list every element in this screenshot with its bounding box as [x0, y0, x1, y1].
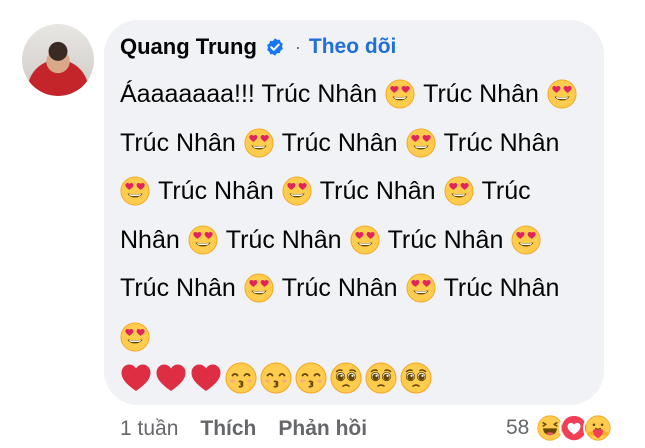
- comment-text-segment: Trúc Nhân: [158, 177, 274, 205]
- heart-eyes-emoji-icon: [385, 79, 415, 109]
- red-heart-emoji-icon: [121, 364, 151, 391]
- comment-line: Trúc Nhân Trúc Nhân Trúc Nhân: [120, 119, 590, 168]
- heart-eyes-emoji-icon: [511, 225, 541, 255]
- comment-text-segment: Trúc Nhân: [443, 274, 560, 302]
- comment-text-segment: Trúc Nhân: [120, 274, 236, 302]
- heart-eyes-emoji-icon: [444, 176, 474, 206]
- comment-text-segment: Nhân: [120, 225, 180, 254]
- pleading-face-emoji-icon: [330, 362, 362, 394]
- reaction-summary[interactable]: 58: [506, 413, 614, 443]
- heart-eyes-emoji-icon: [120, 176, 150, 206]
- red-heart-emoji-icon: [156, 364, 186, 391]
- comment-line: Trúc Nhân Trúc Nhân Trúc Nhân: [120, 264, 590, 313]
- heart-eyes-emoji-icon: [120, 322, 150, 352]
- comment-text-segment: Trúc: [481, 177, 531, 205]
- comment-text: Áaaaaaaa!!! Trúc Nhân Trúc Nhân Trúc Nhân T…: [120, 70, 590, 361]
- follow-button[interactable]: Theo dõi: [309, 35, 397, 59]
- heart-eyes-emoji-icon: [350, 225, 380, 255]
- comment-line: Áaaaaaaa!!! Trúc Nhân Trúc Nhân: [120, 70, 590, 119]
- red-heart-emoji-icon: [191, 364, 221, 391]
- comment-text-segment: Trúc Nhân: [225, 225, 342, 254]
- comment-text-segment: Trúc Nhân: [319, 177, 436, 205]
- comment-text-segment: Trúc Nhân: [387, 225, 504, 254]
- reaction-count: 58: [506, 416, 530, 439]
- heart-eyes-emoji-icon: [188, 225, 218, 255]
- comment-line: Trúc Nhân Trúc Nhân Trúc: [120, 167, 590, 216]
- pleading-face-emoji-icon: [400, 362, 432, 394]
- emoji-row: [120, 362, 435, 394]
- verified-badge-icon: [267, 38, 283, 56]
- comment-line: Nhân Trúc Nhân Trúc Nhân: [120, 216, 590, 265]
- kissing-smiling-eyes-emoji-icon: [295, 362, 327, 394]
- heart-eyes-emoji-icon: [547, 79, 577, 109]
- comment-text-segment: Trúc Nhân: [281, 128, 398, 157]
- heart-eyes-emoji-icon: [406, 273, 436, 303]
- comment-text-segment: Áaaaaaaa!!! Trúc Nhân: [120, 80, 378, 108]
- comment-footer: 1 tuần Thích Phản hồi: [120, 417, 367, 441]
- heart-eyes-emoji-icon: [282, 176, 312, 206]
- heart-eyes-emoji-icon: [406, 128, 436, 158]
- comment-text-segment: Trúc Nhân: [443, 128, 560, 157]
- comment-text-segment: Trúc Nhân: [281, 274, 398, 302]
- reply-button[interactable]: Phản hồi: [278, 417, 367, 441]
- kissing-smiling-eyes-emoji-icon: [260, 362, 292, 394]
- comment-header: Quang Trung · Theo dõi: [120, 32, 396, 62]
- pleading-face-emoji-icon: [365, 362, 397, 394]
- heart-eyes-emoji-icon: [244, 128, 274, 158]
- care-reaction-icon: [583, 413, 614, 443]
- comment-text-segment: Trúc Nhân: [423, 80, 539, 108]
- separator-dot: ·: [294, 36, 301, 57]
- like-button[interactable]: Thích: [200, 417, 256, 441]
- heart-eyes-emoji-icon: [244, 273, 274, 303]
- author-name[interactable]: Quang Trung: [120, 34, 257, 60]
- author-avatar[interactable]: [22, 24, 94, 96]
- comment-line: [120, 313, 590, 362]
- comment-text-segment: Trúc Nhân: [120, 128, 236, 157]
- comment-timestamp[interactable]: 1 tuần: [120, 417, 178, 441]
- kissing-smiling-eyes-emoji-icon: [225, 362, 257, 394]
